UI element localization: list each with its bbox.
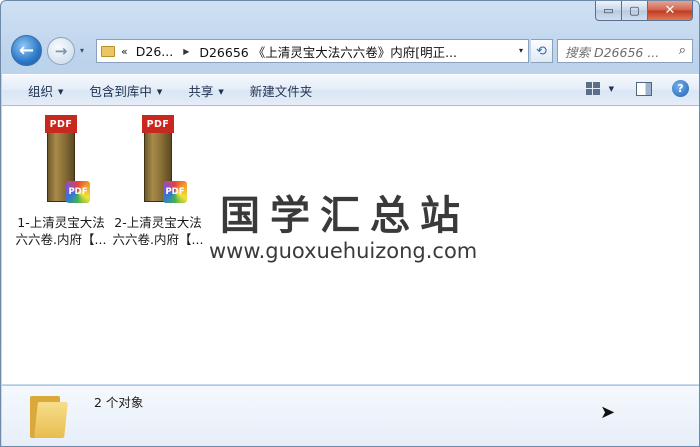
breadcrumb-item[interactable]: D26...	[136, 44, 173, 59]
watermark-title: 国学汇总站	[220, 193, 470, 239]
pdf-label: PDF	[45, 115, 77, 133]
file-item[interactable]: PDF PDF 1-上清灵宝大法 六六卷.内府【...	[14, 114, 108, 248]
watermark-url: www.guoxuehuizong.com	[209, 239, 478, 263]
file-list[interactable]: PDF PDF 1-上清灵宝大法 六六卷.内府【... PDF PDF 2-上清…	[2, 106, 699, 384]
file-name-line: 2-上清灵宝大法	[114, 215, 202, 230]
navigation-bar: ← → ▾ « D26... ▶ D26656 《上清灵宝大法六六卷》内府[明正…	[9, 33, 693, 69]
search-icon[interactable]: ⌕	[679, 43, 686, 58]
file-item[interactable]: PDF PDF 2-上清灵宝大法 六六卷.内府【...	[111, 114, 205, 248]
folder-icon	[30, 392, 70, 438]
forward-button[interactable]: →	[47, 37, 75, 65]
include-in-library-menu[interactable]: 包含到库中 ▼	[89, 81, 162, 100]
file-name: 2-上清灵宝大法 六六卷.内府【...	[113, 214, 204, 248]
pdf-file-icon: PDF PDF	[45, 115, 90, 203]
explorer-window: ▭ ▢ ✕ ← → ▾ « D26... ▶ D26656 《上清灵宝大法六六卷…	[0, 0, 700, 447]
chevron-down-icon: ▼	[156, 88, 163, 96]
chevron-right-icon[interactable]: ▶	[183, 47, 189, 56]
maximize-button[interactable]: ▢	[622, 1, 648, 21]
pdf-label: PDF	[142, 115, 174, 133]
item-count: 2 个对象	[94, 395, 144, 410]
new-folder-button[interactable]: 新建文件夹	[250, 81, 313, 100]
chevron-down-icon: ▼	[218, 88, 224, 96]
pdf-badge-icon: PDF	[66, 181, 90, 203]
folder-icon	[101, 45, 115, 57]
close-button[interactable]: ✕	[648, 1, 693, 21]
share-label: 共享	[188, 83, 214, 99]
preview-pane-icon[interactable]	[636, 81, 652, 96]
address-dropdown-icon[interactable]: ▾	[519, 46, 523, 55]
toolbar-right: ▼ ?	[585, 80, 689, 97]
refresh-button[interactable]: ⟲	[531, 39, 553, 63]
chevron-down-icon: ▼	[58, 88, 64, 96]
pdf-badge-icon: PDF	[163, 181, 187, 203]
address-bar[interactable]: « D26... ▶ D26656 《上清灵宝大法六六卷》内府[明正... ▾	[96, 39, 529, 63]
file-name-line: 六六卷.内府【...	[112, 232, 204, 247]
details-pane: 2 个对象 ➤	[2, 385, 699, 446]
organize-menu[interactable]: 组织 ▼	[28, 81, 63, 100]
pdf-file-icon: PDF PDF	[142, 115, 187, 203]
breadcrumb-overflow[interactable]: «	[121, 45, 128, 58]
caption-buttons: ▭ ▢ ✕	[595, 1, 693, 21]
include-library-label: 包含到库中	[89, 83, 152, 99]
view-options-icon[interactable]	[585, 82, 600, 95]
organize-label: 组织	[28, 83, 54, 99]
history-dropdown-icon[interactable]: ▾	[80, 46, 84, 55]
help-button[interactable]: ?	[672, 80, 689, 97]
command-toolbar: 组织 ▼ 包含到库中 ▼ 共享 ▼ 新建文件夹 ▼ ?	[2, 74, 699, 106]
file-name-line: 六六卷.内府【...	[15, 232, 107, 247]
breadcrumb-item[interactable]: D26656 《上清灵宝大法六六卷》内府[明正...	[199, 42, 457, 61]
share-menu[interactable]: 共享 ▼	[188, 81, 223, 100]
back-button[interactable]: ←	[11, 35, 42, 66]
mouse-cursor-icon: ➤	[600, 402, 616, 423]
minimize-button[interactable]: ▭	[595, 1, 622, 21]
search-placeholder: 搜索 D26656 ...	[565, 44, 660, 60]
chevron-down-icon[interactable]: ▼	[609, 85, 614, 93]
search-input[interactable]: 搜索 D26656 ... ⌕	[557, 39, 693, 63]
file-name-line: 1-上清灵宝大法	[17, 215, 105, 230]
file-name: 1-上清灵宝大法 六六卷.内府【...	[16, 214, 107, 248]
